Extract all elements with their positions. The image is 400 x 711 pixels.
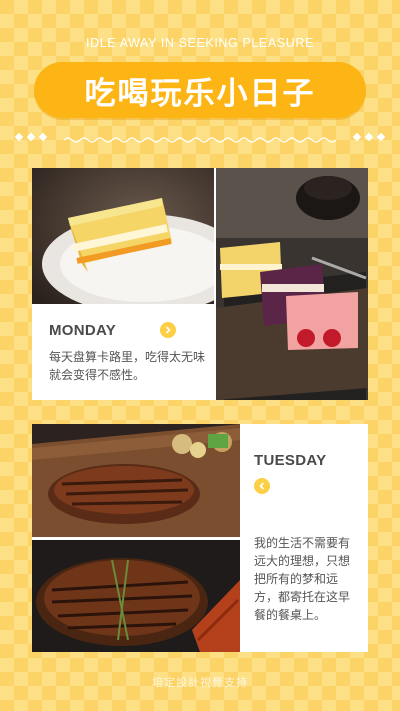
diamond-dots-left <box>14 132 48 142</box>
decorative-divider <box>14 132 386 146</box>
tuesday-description: 我的生活不需要有远大的理想，只想把所有的梦和远方，都寄托在这早餐的餐桌上。 <box>254 536 351 622</box>
steak-herbs-photo <box>32 540 240 652</box>
monday-heading: MONDAY <box>49 322 117 339</box>
tuesday-heading: TUESDAY <box>254 452 327 469</box>
cake-slice-photo <box>32 168 214 304</box>
steak-board-photo <box>32 424 240 537</box>
diamond-dots-right <box>352 132 386 142</box>
chevron-left-icon[interactable] <box>254 478 270 494</box>
monday-card: MONDAY 每天盘算卡路里，吃得太无味就会变得不感性。 <box>32 168 368 400</box>
wave-line <box>64 137 336 143</box>
tagline: IDLE AWAY IN SEEKING PLEASURE <box>86 36 314 50</box>
title-banner: 吃喝玩乐小日子 <box>34 62 366 118</box>
tuesday-card: TUESDAY 我的生活不需要有远大的理想，只想把所有的梦和远方，都寄托在这早餐… <box>32 424 368 652</box>
page-title: 吃喝玩乐小日子 <box>84 75 316 112</box>
cake-plate-photo <box>216 168 368 400</box>
poster: IDLE AWAY IN SEEKING PLEASURE 吃喝玩乐小日子 MO… <box>0 0 400 711</box>
chevron-right-icon[interactable] <box>160 322 176 338</box>
footer-credit: 培定設計視覺支持 <box>152 676 248 689</box>
monday-text-area: MONDAY 每天盘算卡路里，吃得太无味就会变得不感性。 <box>32 304 214 400</box>
monday-description: 每天盘算卡路里，吃得太无味就会变得不感性。 <box>49 350 206 382</box>
